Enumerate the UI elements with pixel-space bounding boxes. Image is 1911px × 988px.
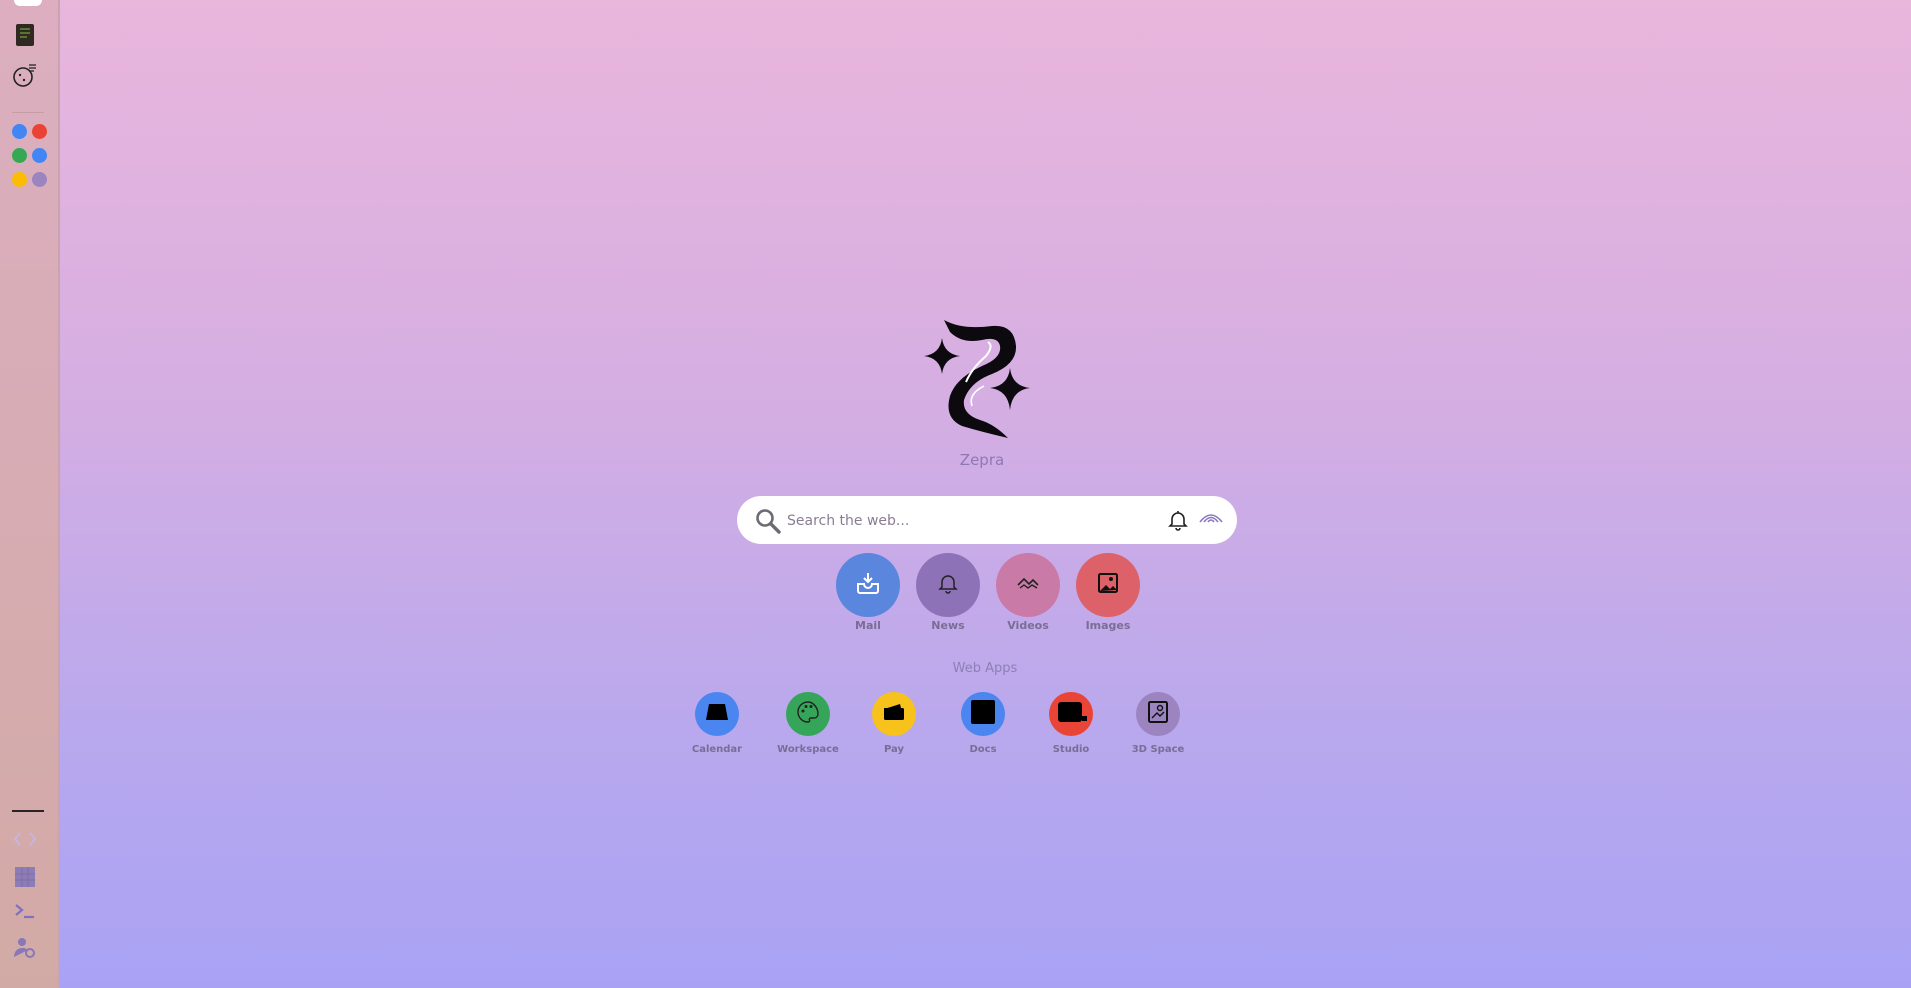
quick-action-circle[interactable] xyxy=(836,553,900,617)
search-icon xyxy=(755,508,781,538)
color-dot[interactable] xyxy=(32,172,47,187)
web-app-calendar[interactable]: Calendar xyxy=(677,692,757,755)
quick-action-label: Videos xyxy=(1007,619,1049,632)
wallet-icon xyxy=(882,703,906,725)
cookie-icon[interactable] xyxy=(12,62,38,88)
palette-icon xyxy=(796,700,820,728)
web-app-label: Studio xyxy=(1052,744,1090,755)
brand-name: Zepra xyxy=(959,451,1005,469)
quick-action-mail[interactable]: Mail xyxy=(836,553,900,632)
video-camera-icon xyxy=(1054,700,1088,728)
color-dot[interactable] xyxy=(32,124,47,139)
web-app-circle[interactable] xyxy=(695,692,739,736)
user-settings-icon[interactable] xyxy=(12,934,38,960)
quick-action-images[interactable]: Images xyxy=(1076,553,1140,632)
film-icon xyxy=(1015,573,1041,597)
web-app-label: Workspace xyxy=(777,744,839,755)
grid-icon[interactable] xyxy=(12,864,38,890)
color-dot[interactable] xyxy=(12,124,27,139)
document-icon xyxy=(970,699,996,729)
sidebar xyxy=(0,0,60,988)
web-app-docs[interactable]: Docs xyxy=(943,692,1023,755)
web-app-circle[interactable] xyxy=(961,692,1005,736)
quick-action-label: Images xyxy=(1085,619,1131,632)
web-app-studio[interactable]: Studio xyxy=(1031,692,1111,755)
quick-action-circle[interactable] xyxy=(996,553,1060,617)
web-app-label: Docs xyxy=(969,744,997,755)
color-dot[interactable] xyxy=(32,148,47,163)
web-app-label: 3D Space xyxy=(1131,744,1185,755)
quick-action-label: Mail xyxy=(855,619,881,632)
voice-waves-icon[interactable] xyxy=(1197,506,1225,532)
web-app-workspace[interactable]: Workspace xyxy=(768,692,848,755)
quick-action-label: News xyxy=(931,619,965,632)
quick-action-circle[interactable] xyxy=(916,553,980,617)
web-app-label: Pay xyxy=(883,744,905,755)
color-dot[interactable] xyxy=(12,172,27,187)
sidebar-divider xyxy=(12,112,44,113)
inbox-download-icon xyxy=(855,570,881,600)
search-bar[interactable] xyxy=(737,496,1237,544)
web-app-label: Calendar xyxy=(691,744,743,755)
bell-icon[interactable] xyxy=(1167,509,1189,535)
calendar-icon xyxy=(705,703,729,725)
zepra-logo xyxy=(922,316,1040,438)
web-app-circle[interactable] xyxy=(786,692,830,736)
terminal-book-icon[interactable] xyxy=(12,22,38,48)
bell-icon xyxy=(936,571,960,599)
cube-frame-icon xyxy=(1147,700,1169,728)
web-app-pay[interactable]: Pay xyxy=(854,692,934,755)
sidebar-divider-bottom xyxy=(12,810,44,812)
terminal-icon[interactable] xyxy=(12,898,38,924)
search-input[interactable] xyxy=(785,508,1149,534)
quick-action-circle[interactable] xyxy=(1076,553,1140,617)
quick-action-videos[interactable]: Videos xyxy=(996,553,1060,632)
quick-action-news[interactable]: News xyxy=(916,553,980,632)
web-apps-title: Web Apps xyxy=(952,661,1018,676)
sidebar-top-tab[interactable] xyxy=(14,0,42,6)
image-icon xyxy=(1097,572,1119,598)
code-icon[interactable] xyxy=(12,826,38,852)
web-app-3d-space[interactable]: 3D Space xyxy=(1118,692,1198,755)
web-app-circle[interactable] xyxy=(1049,692,1093,736)
web-app-circle[interactable] xyxy=(1136,692,1180,736)
new-tab-page xyxy=(60,0,1911,988)
web-app-circle[interactable] xyxy=(872,692,916,736)
color-dot[interactable] xyxy=(12,148,27,163)
